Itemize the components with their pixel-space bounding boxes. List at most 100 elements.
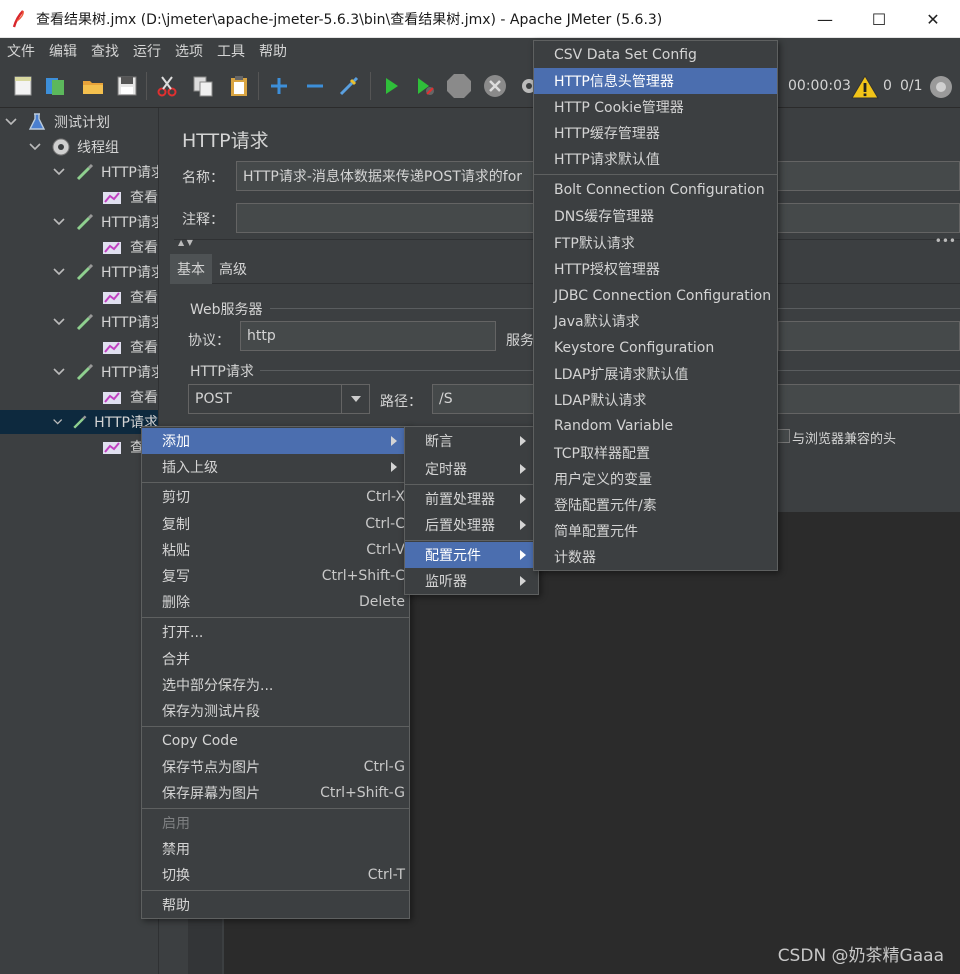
- chevron-down-icon[interactable]: [52, 365, 66, 379]
- config-item-java-defaults[interactable]: Java默认请求: [534, 308, 777, 334]
- menu-edit[interactable]: 编辑: [42, 41, 84, 61]
- config-item-login-config[interactable]: 登陆配置元件/素: [534, 492, 777, 518]
- tree-node-http-request-2[interactable]: HTTP请求: [52, 210, 158, 234]
- copy-icon[interactable]: [190, 73, 216, 99]
- menu-item-open[interactable]: 打开...: [142, 619, 409, 645]
- tree-node-listener-2[interactable]: 查看: [102, 235, 158, 259]
- tree-node-listener-3[interactable]: 查看: [102, 285, 158, 309]
- menu-item-save-selection-as[interactable]: 选中部分保存为...: [142, 672, 409, 698]
- chevron-down-icon[interactable]: [341, 385, 369, 413]
- warning-icon[interactable]: [851, 74, 879, 100]
- tree-node-listener-1[interactable]: 查看: [102, 185, 158, 209]
- config-item-ldap-defaults[interactable]: LDAP默认请求: [534, 387, 777, 413]
- config-item-user-defined-variables[interactable]: 用户定义的变量: [534, 466, 777, 492]
- tab-advanced[interactable]: 高级: [214, 254, 252, 284]
- save-icon[interactable]: [114, 73, 140, 99]
- config-item-csv-data-set[interactable]: CSV Data Set Config: [534, 42, 777, 68]
- close-button[interactable]: ✕: [906, 0, 960, 38]
- tree-node-test-plan[interactable]: 测试计划: [4, 110, 110, 134]
- chevron-down-icon[interactable]: [52, 415, 63, 429]
- config-item-keystore[interactable]: Keystore Configuration: [534, 335, 777, 361]
- menu-tools[interactable]: 工具: [210, 41, 252, 61]
- expand-all-icon[interactable]: [266, 73, 292, 99]
- tree-node-listener-5[interactable]: 查看: [102, 385, 158, 409]
- config-item-simple-config[interactable]: 简单配置元件: [534, 518, 777, 544]
- menu-item-duplicate[interactable]: 复写 Ctrl+Shift-C: [142, 563, 409, 589]
- collapse-arrows-icon[interactable]: ▲ ▼: [178, 238, 193, 247]
- config-item-random-variable[interactable]: Random Variable: [534, 413, 777, 439]
- menu-item-insert-parent[interactable]: 插入上级: [142, 454, 409, 480]
- menu-item-toggle[interactable]: 切换 Ctrl-T: [142, 862, 409, 888]
- more-dots-icon[interactable]: •••: [935, 234, 956, 248]
- config-item-http-cache-manager[interactable]: HTTP缓存管理器: [534, 120, 777, 146]
- config-item-dns-cache-manager[interactable]: DNS缓存管理器: [534, 203, 777, 229]
- submenu-item-pre-processors[interactable]: 前置处理器: [405, 486, 538, 512]
- cut-icon[interactable]: [154, 73, 180, 99]
- collapse-all-icon[interactable]: [302, 73, 328, 99]
- config-item-jdbc-connection[interactable]: JDBC Connection Configuration: [534, 283, 777, 309]
- browser-compat-checkbox[interactable]: [776, 429, 790, 443]
- config-item-bolt-connection[interactable]: Bolt Connection Configuration: [534, 177, 777, 203]
- start-no-pauses-icon[interactable]: [412, 73, 438, 99]
- protocol-input[interactable]: http: [240, 321, 496, 351]
- open-folder-icon[interactable]: [80, 73, 106, 99]
- menu-item-copy-code[interactable]: Copy Code: [142, 728, 409, 754]
- config-item-http-header-manager[interactable]: HTTP信息头管理器: [534, 68, 777, 94]
- chevron-down-icon[interactable]: [52, 265, 66, 279]
- chevron-down-icon[interactable]: [4, 115, 18, 129]
- new-icon[interactable]: [10, 73, 36, 99]
- templates-icon[interactable]: [42, 73, 68, 99]
- tree-node-http-request-5[interactable]: HTTP请求: [52, 360, 158, 384]
- tree-node-http-request-4[interactable]: HTTP请求: [52, 310, 158, 334]
- paste-icon[interactable]: [226, 73, 252, 99]
- config-item-counter[interactable]: 计数器: [534, 544, 777, 570]
- config-item-ldap-ext-defaults[interactable]: LDAP扩展请求默认值: [534, 361, 777, 387]
- menu-item-merge[interactable]: 合并: [142, 646, 409, 672]
- menu-item-paste[interactable]: 粘贴 Ctrl-V: [142, 537, 409, 563]
- menu-item-save-as-fragment[interactable]: 保存为测试片段: [142, 698, 409, 724]
- add-submenu: 断言 定时器 前置处理器 后置处理器 配置元件 监听器: [404, 426, 539, 595]
- tree-node-http-request-3[interactable]: HTTP请求: [52, 260, 158, 284]
- menu-help[interactable]: 帮助: [252, 41, 294, 61]
- tree-node-listener-4[interactable]: 查看: [102, 335, 158, 359]
- config-item-http-cookie-manager[interactable]: HTTP Cookie管理器: [534, 94, 777, 120]
- method-select[interactable]: POST: [188, 384, 370, 414]
- menu-item-disable[interactable]: 禁用: [142, 836, 409, 862]
- status-indicator-icon[interactable]: [928, 74, 954, 100]
- config-item-http-request-defaults[interactable]: HTTP请求默认值: [534, 146, 777, 172]
- submenu-item-config-element[interactable]: 配置元件: [405, 542, 538, 568]
- menu-item-help[interactable]: 帮助: [142, 892, 409, 918]
- menu-run[interactable]: 运行: [126, 41, 168, 61]
- submenu-item-post-processors[interactable]: 后置处理器: [405, 512, 538, 538]
- submenu-item-assertions[interactable]: 断言: [405, 428, 538, 454]
- chevron-down-icon[interactable]: [52, 215, 66, 229]
- menu-file[interactable]: 文件: [0, 41, 42, 61]
- menu-item-add[interactable]: 添加: [142, 428, 409, 454]
- menu-item-save-screen-image[interactable]: 保存屏幕为图片 Ctrl+Shift-G: [142, 780, 409, 806]
- menu-item-cut[interactable]: 剪切 Ctrl-X: [142, 484, 409, 510]
- toggle-icon[interactable]: [336, 73, 362, 99]
- config-item-ftp-defaults[interactable]: FTP默认请求: [534, 230, 777, 256]
- submenu-item-listeners[interactable]: 监听器: [405, 568, 538, 594]
- server-input[interactable]: [778, 321, 960, 351]
- tree-node-thread-group[interactable]: 线程组: [28, 135, 119, 159]
- tree-node-http-request-1[interactable]: HTTP请求: [52, 160, 158, 184]
- chevron-down-icon[interactable]: [52, 315, 66, 329]
- shutdown-icon[interactable]: [482, 73, 508, 99]
- maximize-button[interactable]: ☐: [852, 0, 906, 38]
- tree-node-http-request-6[interactable]: HTTP请求: [0, 410, 158, 434]
- menu-item-delete[interactable]: 删除 Delete: [142, 589, 409, 615]
- menu-item-save-node-image[interactable]: 保存节点为图片 Ctrl-G: [142, 754, 409, 780]
- menu-search[interactable]: 查找: [84, 41, 126, 61]
- menu-options[interactable]: 选项: [168, 41, 210, 61]
- start-icon[interactable]: [378, 73, 404, 99]
- config-item-http-auth-manager[interactable]: HTTP授权管理器: [534, 256, 777, 282]
- chevron-down-icon[interactable]: [28, 140, 42, 154]
- stop-icon[interactable]: [446, 73, 472, 99]
- config-item-tcp-sampler-config[interactable]: TCP取样器配置: [534, 440, 777, 466]
- minimize-button[interactable]: —: [798, 0, 852, 38]
- submenu-item-timers[interactable]: 定时器: [405, 456, 538, 482]
- menu-item-copy[interactable]: 复制 Ctrl-C: [142, 511, 409, 537]
- chevron-down-icon[interactable]: [52, 165, 66, 179]
- tab-basic[interactable]: 基本: [170, 254, 212, 284]
